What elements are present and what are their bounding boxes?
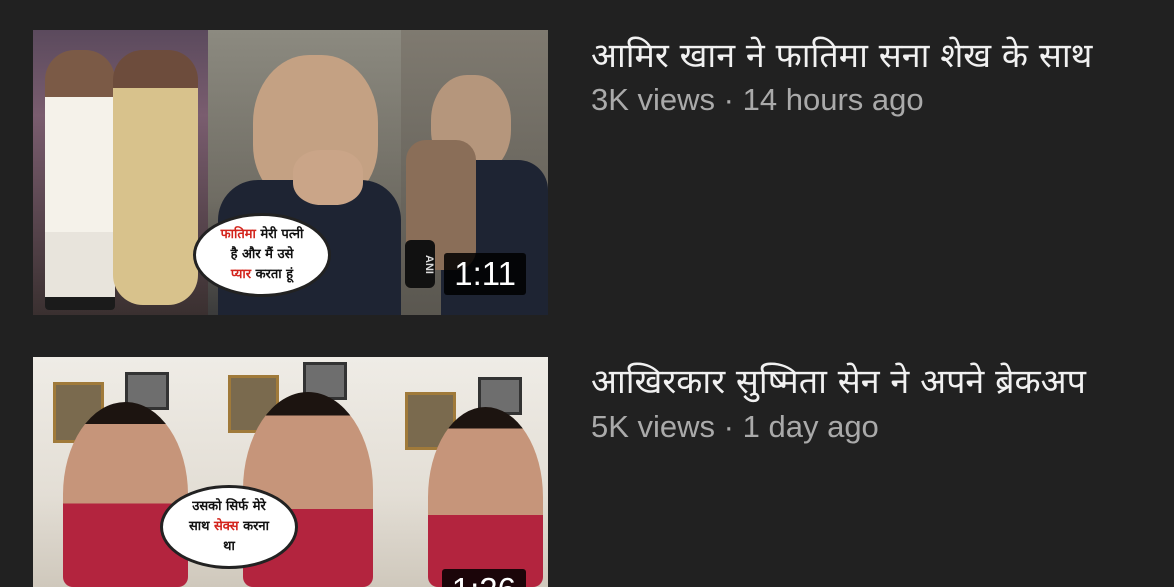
video-thumbnail[interactable]: उसको सिर्फ मेरे साथ सेक्स करना था 1:26 <box>33 357 548 587</box>
speech-bubble: उसको सिर्फ मेरे साथ सेक्स करना था <box>160 485 298 569</box>
bubble-text: करना <box>238 519 269 534</box>
video-meta: 5K views · 1 day ago <box>591 407 879 447</box>
video-item[interactable]: उसको सिर्फ मेरे साथ सेक्स करना था 1:26 आ… <box>0 0 1174 587</box>
bubble-text-highlight: सेक्स <box>213 519 239 534</box>
thumbnail-panel-right <box>383 357 548 587</box>
person-figure <box>428 407 543 587</box>
meta-separator: · <box>723 409 734 444</box>
bubble-line: उसको सिर्फ मेरे <box>192 499 266 514</box>
duration-badge: 1:26 <box>441 569 526 587</box>
upload-age: 1 day ago <box>742 409 879 444</box>
video-title[interactable]: आखिरकार सुष्मिता सेन ने अपने ब्रेकअप <box>591 360 1174 404</box>
bubble-line: था <box>223 539 235 554</box>
view-count: 5K views <box>591 409 716 444</box>
person-figure <box>63 402 188 587</box>
bubble-text: साथ <box>188 519 214 534</box>
bubble-line: साथ सेक्स करना <box>189 517 269 537</box>
